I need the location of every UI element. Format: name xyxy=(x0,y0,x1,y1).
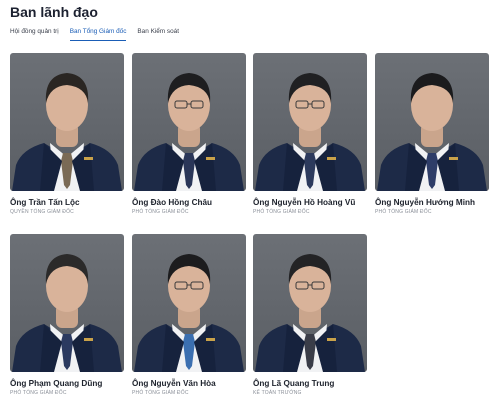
leader-name: Ông Trần Tấn Lộc xyxy=(10,198,80,207)
leader-card[interactable]: Ông Nguyễn Hồ Hoàng Vũ PHÓ TỔNG GIÁM ĐỐC xyxy=(253,53,367,215)
leader-role: KẾ TOÁN TRƯỞNG xyxy=(253,390,302,396)
leader-photo xyxy=(253,53,367,191)
leader-photo xyxy=(253,234,367,372)
leader-card[interactable]: Ông Lã Quang Trung KẾ TOÁN TRƯỞNG xyxy=(253,234,367,396)
leader-card[interactable]: Ông Nguyễn Hướng Minh PHÓ TỔNG GIÁM ĐỐC xyxy=(375,53,489,215)
leader-role: PHÓ TỔNG GIÁM ĐỐC xyxy=(132,390,189,396)
leader-role: PHÓ TỔNG GIÁM ĐỐC xyxy=(10,390,67,396)
leader-name: Ông Nguyễn Văn Hòa xyxy=(132,379,216,388)
portrait-silhouette xyxy=(134,73,244,191)
leader-grid: Ông Trần Tấn Lộc QUYỀN TỔNG GIÁM ĐỐC Ông… xyxy=(0,0,500,407)
leader-card[interactable]: Ông Trần Tấn Lộc QUYỀN TỔNG GIÁM ĐỐC xyxy=(10,53,124,215)
leader-photo xyxy=(10,53,124,191)
leader-name: Ông Đào Hồng Châu xyxy=(132,198,213,207)
portrait-silhouette xyxy=(12,254,122,372)
leader-role: QUYỀN TỔNG GIÁM ĐỐC xyxy=(10,209,74,215)
leader-name: Ông Phạm Quang Dũng xyxy=(10,379,103,388)
leader-card[interactable]: Ông Phạm Quang Dũng PHÓ TỔNG GIÁM ĐỐC xyxy=(10,234,124,396)
leader-name: Ông Lã Quang Trung xyxy=(253,379,335,388)
portrait-silhouette xyxy=(255,73,365,191)
leader-card[interactable]: Ông Đào Hồng Châu PHÓ TỔNG GIÁM ĐỐC xyxy=(132,53,246,215)
leader-role: PHÓ TỔNG GIÁM ĐỐC xyxy=(132,209,189,215)
leader-photo xyxy=(132,234,246,372)
portrait-silhouette xyxy=(255,254,365,372)
portrait-silhouette xyxy=(134,254,244,372)
portrait-silhouette xyxy=(12,73,122,191)
leader-photo xyxy=(375,53,489,191)
leader-photo xyxy=(10,234,124,372)
leader-name: Ông Nguyễn Hồ Hoàng Vũ xyxy=(253,198,356,207)
leader-name: Ông Nguyễn Hướng Minh xyxy=(375,198,475,207)
portrait-silhouette xyxy=(377,73,487,191)
leader-photo xyxy=(132,53,246,191)
leader-role: PHÓ TỔNG GIÁM ĐỐC xyxy=(375,209,432,215)
leader-card[interactable]: Ông Nguyễn Văn Hòa PHÓ TỔNG GIÁM ĐỐC xyxy=(132,234,246,396)
leader-role: PHÓ TỔNG GIÁM ĐỐC xyxy=(253,209,310,215)
